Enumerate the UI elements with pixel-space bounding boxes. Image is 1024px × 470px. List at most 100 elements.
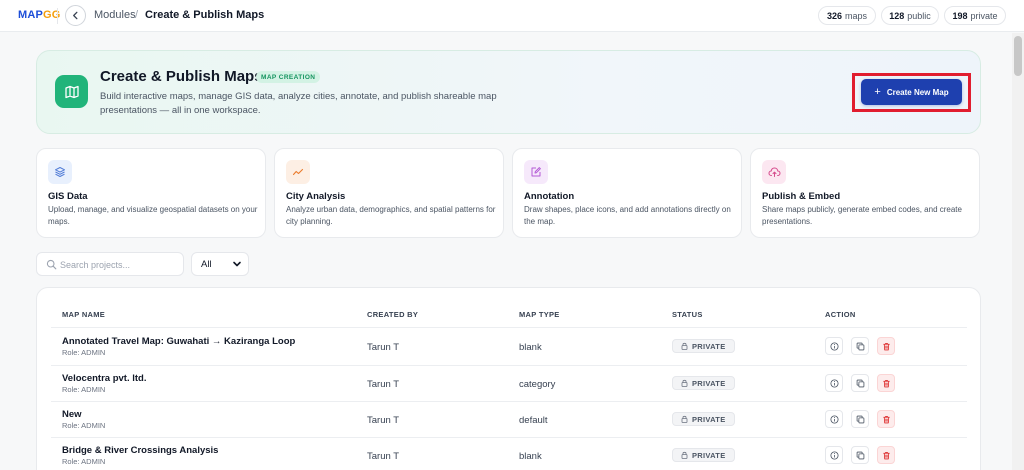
created-by: Tarun T [367, 379, 400, 390]
breadcrumb-modules-link[interactable]: Modules [94, 9, 136, 21]
delete-button[interactable] [877, 374, 895, 392]
app-logo[interactable]: MAPGG [18, 9, 61, 21]
back-button[interactable] [65, 5, 86, 26]
hero-banner: Create & Publish Maps MAP CREATION Build… [36, 50, 981, 134]
logo-text: MAP [18, 9, 44, 21]
map-creation-badge: MAP CREATION [256, 71, 321, 83]
table-row[interactable]: Velocentra pvt. ltd. Role: ADMIN Tarun T… [37, 365, 982, 401]
cloud-upload-icon [762, 160, 786, 184]
lock-icon [681, 342, 688, 350]
map-type: default [519, 415, 548, 426]
map-name[interactable]: Velocentra pvt. ltd. [62, 373, 146, 384]
feature-card-gis-data[interactable]: GIS Data Upload, manage, and visualize g… [36, 148, 266, 238]
trash-icon [882, 415, 890, 423]
status-badge: PRIVATE [672, 376, 735, 390]
copy-icon [856, 342, 864, 350]
copy-icon [856, 415, 864, 423]
info-icon [829, 450, 839, 460]
stat-maps-badge: 326 maps [818, 6, 876, 25]
stat-public-label: public [907, 10, 931, 21]
map-role: Role: ADMIN [62, 385, 106, 394]
duplicate-button[interactable] [851, 410, 869, 428]
delete-button[interactable] [877, 410, 895, 428]
feature-title: City Analysis [286, 191, 346, 202]
info-button[interactable] [825, 337, 843, 355]
column-header-map-name[interactable]: MAP NAME [62, 310, 105, 319]
map-type: category [519, 379, 556, 390]
status-badge: PRIVATE [672, 412, 735, 426]
status-label: PRIVATE [692, 341, 726, 351]
info-button[interactable] [825, 374, 843, 392]
trash-icon [882, 379, 890, 387]
map-name[interactable]: Bridge & River Crossings Analysis [62, 445, 218, 456]
created-by: Tarun T [367, 342, 400, 353]
map-type: blank [519, 342, 542, 353]
feature-card-annotation[interactable]: Annotation Draw shapes, place icons, and… [512, 148, 742, 238]
map-icon [55, 75, 88, 108]
status-label: PRIVATE [692, 378, 726, 388]
feature-description: Draw shapes, place icons, and add annota… [524, 205, 731, 226]
breadcrumb-separator: / [135, 9, 139, 21]
hero-description: Build interactive maps, manage GIS data,… [100, 91, 497, 116]
lock-icon [681, 379, 688, 387]
chevron-down-icon [233, 261, 241, 267]
feature-card-city-analysis[interactable]: City Analysis Analyze urban data, demogr… [274, 148, 504, 238]
feature-title: GIS Data [48, 191, 88, 202]
stat-private-label: private [970, 10, 998, 21]
feature-description: Analyze urban data, demographics, and sp… [286, 205, 496, 226]
trend-line-icon [286, 160, 310, 184]
duplicate-button[interactable] [851, 446, 869, 464]
column-header-created-by[interactable]: CREATED BY [367, 310, 418, 319]
map-name[interactable]: Annotated Travel Map: Guwahati → Kaziran… [62, 336, 295, 347]
duplicate-button[interactable] [851, 337, 869, 355]
maps-table: MAP NAME CREATED BY MAP TYPE STATUS ACTI… [36, 287, 981, 470]
feature-card-publish-embed[interactable]: Publish & Embed Share maps publicly, gen… [750, 148, 980, 238]
map-role: Role: ADMIN [62, 457, 106, 466]
search-box [36, 252, 184, 276]
map-role: Role: ADMIN [62, 421, 106, 430]
feature-title: Publish & Embed [762, 191, 841, 202]
map-name[interactable]: New [62, 409, 82, 420]
info-button[interactable] [825, 446, 843, 464]
trash-icon [882, 342, 890, 350]
map-role: Role: ADMIN [62, 348, 106, 357]
status-filter-select[interactable]: All [191, 252, 249, 276]
created-by: Tarun T [367, 451, 400, 462]
status-label: PRIVATE [692, 414, 726, 424]
status-badge: PRIVATE [672, 339, 735, 353]
copy-icon [856, 379, 864, 387]
created-by: Tarun T [367, 415, 400, 426]
stat-public-value: 128 [889, 10, 905, 21]
search-icon [46, 259, 57, 270]
plus-icon: + [874, 86, 881, 98]
trash-icon [882, 451, 890, 459]
stat-maps-value: 326 [826, 10, 842, 21]
duplicate-button[interactable] [851, 374, 869, 392]
create-new-map-button[interactable]: + Create New Map [861, 79, 962, 105]
copy-icon [856, 451, 864, 459]
table-row[interactable]: New Role: ADMIN Tarun T default PRIVATE [37, 401, 982, 437]
lock-icon [681, 451, 688, 459]
delete-button[interactable] [877, 446, 895, 464]
scrollbar-thumb[interactable] [1014, 36, 1022, 76]
stat-private-badge: 198 private [944, 6, 1006, 25]
page-scrollbar[interactable] [1012, 33, 1024, 470]
feature-description: Share maps publicly, generate embed code… [762, 205, 962, 226]
table-row[interactable]: Bridge & River Crossings Analysis Role: … [37, 437, 982, 470]
info-button[interactable] [825, 410, 843, 428]
info-icon [829, 341, 839, 351]
delete-button[interactable] [877, 337, 895, 355]
column-header-action: ACTION [825, 310, 856, 319]
feature-description: Upload, manage, and visualize geospatial… [48, 205, 258, 226]
info-icon [829, 414, 839, 424]
stat-maps-label: maps [845, 10, 868, 21]
search-input[interactable] [60, 256, 180, 273]
table-row[interactable]: Annotated Travel Map: Guwahati → Kaziran… [37, 328, 982, 364]
create-new-map-label: Create New Map [886, 87, 949, 97]
feature-title: Annotation [524, 191, 575, 202]
status-badge: PRIVATE [672, 448, 735, 462]
column-header-map-type[interactable]: MAP TYPE [519, 310, 560, 319]
column-header-status[interactable]: STATUS [672, 310, 703, 319]
layers-icon [48, 160, 72, 184]
top-bar: MAPGG Modules / Create & Publish Maps 32… [0, 0, 1024, 32]
